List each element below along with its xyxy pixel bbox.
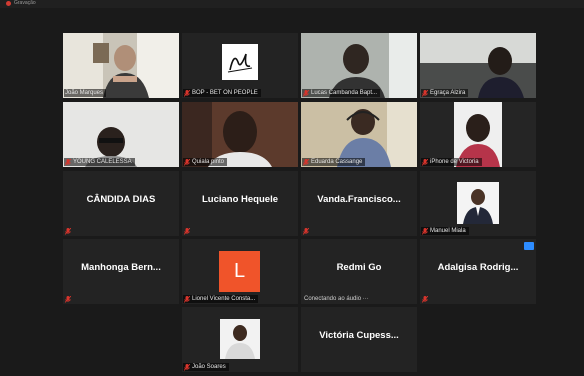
participant-name: Vanda.Francisco...: [317, 194, 401, 205]
participant-label: [183, 227, 193, 235]
logo-avatar: [222, 44, 258, 80]
muted-mic-icon: [184, 89, 190, 97]
muted-mic-icon: [65, 295, 71, 303]
video-tile-eduarda[interactable]: Eduarda Cassange: [301, 102, 417, 167]
person-portrait-icon: [457, 182, 499, 224]
video-tile-lucas[interactable]: Lucas Cambanda Bapt...: [301, 33, 417, 98]
letter-avatar: L: [219, 251, 260, 292]
muted-mic-icon: [422, 295, 428, 303]
participant-label: [64, 295, 74, 303]
participant-label: João Soares: [183, 363, 229, 371]
muted-mic-icon: [422, 227, 428, 235]
video-tile-redmi-go[interactable]: Redmi Go Conectando ao áudio ···: [301, 239, 417, 304]
participant-label: YOUNG CALELESSA: [64, 158, 135, 166]
participant-name: Redmi Go: [336, 262, 382, 273]
participant-label: BOP - BET ON PEOPLE: [183, 89, 261, 97]
participant-name: Adalgisa Rodrig...: [437, 262, 519, 273]
participant-name: Manhonga Bern...: [81, 262, 161, 273]
video-tile-candida[interactable]: CÂNDIDA DIAS: [63, 171, 179, 236]
audio-status: Conectando ao áudio ···: [304, 296, 369, 302]
muted-mic-icon: [65, 227, 71, 235]
video-tile-egraca[interactable]: Egraça Alzira: [420, 33, 536, 98]
video-tile-victoria[interactable]: Victória Cupess...: [301, 307, 417, 372]
video-tile-vanda[interactable]: Vanda.Francisco...: [301, 171, 417, 236]
participant-label: Egraça Alzira: [421, 89, 469, 97]
participant-label: [302, 227, 312, 235]
muted-mic-icon: [184, 363, 190, 371]
muted-mic-icon: [65, 158, 71, 166]
participant-label: iPhone de Victoria: [421, 158, 482, 166]
video-tile-manuel[interactable]: Manuel Miala: [420, 171, 536, 236]
video-tile-manhonga[interactable]: Manhonga Bern...: [63, 239, 179, 304]
profile-photo: [457, 182, 499, 224]
meeting-window: Gravação João Marques BOP - BET ON PEOPL…: [0, 0, 584, 376]
video-tile-quiala[interactable]: Quiala pinto: [182, 102, 298, 167]
video-tile-iphone-victoria[interactable]: iPhone de Victoria: [420, 102, 536, 167]
video-tile-young[interactable]: YOUNG CALELESSA: [63, 102, 179, 167]
video-tile-adalgisa[interactable]: Adalgisa Rodrig...: [420, 239, 536, 304]
muted-mic-icon: [184, 227, 190, 235]
participant-label: [421, 295, 431, 303]
video-tile-luciano[interactable]: Luciano Hequele: [182, 171, 298, 236]
muted-mic-icon: [303, 89, 309, 97]
muted-mic-icon: [303, 158, 309, 166]
participant-label: Lucas Cambanda Bapt...: [302, 89, 381, 97]
video-tile-lionel[interactable]: L Lionel Vicente Consta...: [182, 239, 298, 304]
profile-photo: [220, 319, 260, 359]
video-tile-bop[interactable]: BOP - BET ON PEOPLE: [182, 33, 298, 98]
muted-mic-icon: [184, 158, 190, 166]
participant-label: Lionel Vicente Consta...: [183, 295, 259, 303]
participant-name: CÂNDIDA DIAS: [86, 194, 156, 205]
participant-label: Manuel Miala: [421, 227, 469, 235]
participant-name: Luciano Hequele: [201, 194, 278, 205]
participant-label: João Marques: [64, 89, 107, 97]
title-bar: Gravação: [0, 0, 584, 8]
signature-logo-icon: [227, 53, 253, 73]
window-title: Gravação: [14, 0, 36, 6]
participant-label: [64, 227, 74, 235]
video-tile-joao-marques[interactable]: João Marques: [63, 33, 179, 98]
muted-mic-icon: [184, 295, 190, 303]
muted-mic-icon: [422, 89, 428, 97]
muted-mic-icon: [422, 158, 428, 166]
person-portrait-icon: [220, 319, 260, 359]
video-tile-joao-soares[interactable]: João Soares: [182, 307, 298, 372]
muted-mic-icon: [303, 227, 309, 235]
record-icon: [6, 1, 11, 6]
participant-label: Eduarda Cassange: [302, 158, 366, 166]
participant-name: Victória Cupess...: [319, 330, 399, 341]
participant-label: Quiala pinto: [183, 158, 228, 166]
